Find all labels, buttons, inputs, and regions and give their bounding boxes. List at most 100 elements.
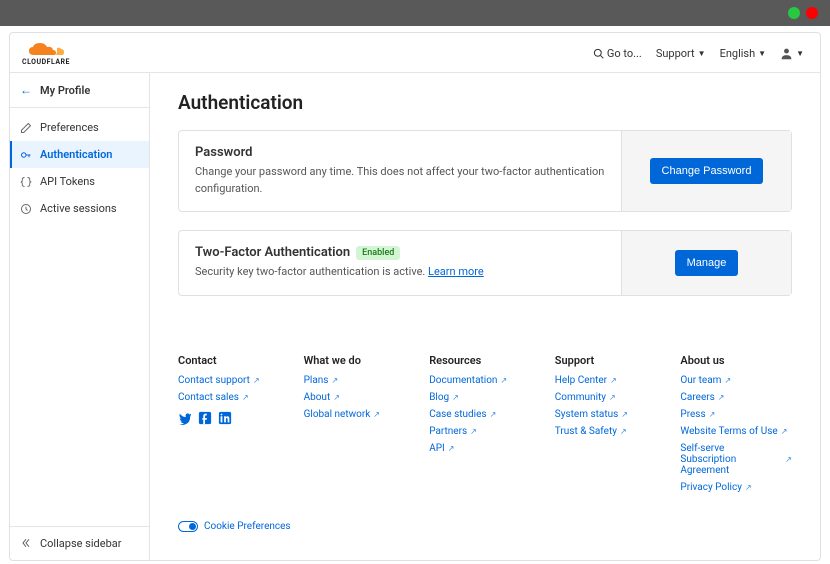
external-link-icon: ↗ <box>373 410 380 419</box>
main-content: Authentication Password Change your pass… <box>150 73 820 560</box>
footer-heading: About us <box>680 354 792 367</box>
footer-heading: Support <box>555 354 667 367</box>
footer-link[interactable]: Press↗ <box>680 409 792 420</box>
cloud-icon <box>26 41 66 57</box>
external-link-icon: ↗ <box>448 444 455 453</box>
external-link-icon: ↗ <box>470 427 477 436</box>
app-window: CLOUDFLARE Go to... Support ▼ English ▼ <box>9 32 821 561</box>
footer-heading: Resources <box>429 354 541 367</box>
external-link-icon: ↗ <box>718 393 725 402</box>
external-link-icon: ↗ <box>724 376 731 385</box>
footer-link[interactable]: Contact support↗ <box>178 375 290 386</box>
language-menu[interactable]: English ▼ <box>720 47 767 60</box>
footer-link[interactable]: About↗ <box>304 392 416 403</box>
cookie-preferences-link[interactable]: Cookie Preferences <box>178 521 792 532</box>
collapse-sidebar-button[interactable]: Collapse sidebar <box>10 526 149 560</box>
footer-col-support: Support Help Center↗ Community↗ System s… <box>555 354 667 499</box>
user-menu[interactable]: ▼ <box>780 47 804 60</box>
twofa-heading: Two-Factor Authentication <box>195 245 350 260</box>
sidebar: ← My Profile Preferences Authentication <box>10 73 150 560</box>
external-link-icon: ↗ <box>745 483 752 492</box>
learn-more-link[interactable]: Learn more <box>428 265 484 278</box>
linkedin-icon[interactable] <box>218 411 232 425</box>
footer-link[interactable]: Global network↗ <box>304 409 416 420</box>
twofa-desc: Security key two-factor authentication i… <box>195 265 428 278</box>
footer-link[interactable]: Partners↗ <box>429 426 541 437</box>
status-badge: Enabled <box>356 246 400 260</box>
password-desc: Change your password any time. This does… <box>195 164 605 197</box>
braces-icon <box>20 176 32 188</box>
footer-link[interactable]: Plans↗ <box>304 375 416 386</box>
sidebar-item-api-tokens[interactable]: API Tokens <box>10 168 149 195</box>
external-link-icon: ↗ <box>609 393 616 402</box>
footer-col-whatwedo: What we do Plans↗ About↗ Global network↗ <box>304 354 416 499</box>
footer-link[interactable]: System status↗ <box>555 409 667 420</box>
footer-link[interactable]: Documentation↗ <box>429 375 541 386</box>
window-close-icon[interactable] <box>806 7 818 19</box>
external-link-icon: ↗ <box>242 393 249 402</box>
brand-text: CLOUDFLARE <box>22 58 70 66</box>
footer-link[interactable]: Contact sales↗ <box>178 392 290 403</box>
footer-heading: What we do <box>304 354 416 367</box>
footer-link[interactable]: Community↗ <box>555 392 667 403</box>
password-heading: Password <box>195 145 605 160</box>
change-password-button[interactable]: Change Password <box>650 158 764 184</box>
chevron-down-icon: ▼ <box>698 49 706 58</box>
footer-link[interactable]: Careers↗ <box>680 392 792 403</box>
browser-chrome <box>0 0 830 26</box>
external-link-icon: ↗ <box>709 410 716 419</box>
external-link-icon: ↗ <box>331 376 338 385</box>
user-icon <box>780 47 793 60</box>
external-link-icon: ↗ <box>610 376 617 385</box>
footer-link[interactable]: Trust & Safety↗ <box>555 426 667 437</box>
key-icon <box>20 149 32 161</box>
footer-link[interactable]: Our team↗ <box>680 375 792 386</box>
external-link-icon: ↗ <box>490 410 497 419</box>
sidebar-title: My Profile <box>40 84 90 97</box>
external-link-icon: ↗ <box>621 410 628 419</box>
footer: Contact Contact support↗ Contact sales↗ … <box>178 354 792 499</box>
manage-button[interactable]: Manage <box>675 250 739 276</box>
sidebar-item-label: Authentication <box>40 148 112 161</box>
password-card: Password Change your password any time. … <box>178 130 792 212</box>
chevron-down-icon: ▼ <box>796 49 804 58</box>
page-title: Authentication <box>178 91 792 114</box>
footer-col-about: About us Our team↗ Careers↗ Press↗ Websi… <box>680 354 792 499</box>
sidebar-item-authentication[interactable]: Authentication <box>10 141 149 168</box>
twofa-card: Two-Factor Authentication Enabled Securi… <box>178 230 792 296</box>
external-link-icon: ↗ <box>333 393 340 402</box>
footer-col-resources: Resources Documentation↗ Blog↗ Case stud… <box>429 354 541 499</box>
goto-search[interactable]: Go to... <box>593 47 642 60</box>
footer-link[interactable]: Case studies↗ <box>429 409 541 420</box>
external-link-icon: ↗ <box>500 376 507 385</box>
topbar: CLOUDFLARE Go to... Support ▼ English ▼ <box>10 33 820 73</box>
footer-link[interactable]: Privacy Policy↗ <box>680 482 792 493</box>
facebook-icon[interactable] <box>198 411 212 425</box>
footer-link[interactable]: Help Center↗ <box>555 375 667 386</box>
sidebar-item-label: Active sessions <box>40 202 117 215</box>
collapse-icon <box>20 537 32 549</box>
sidebar-item-preferences[interactable]: Preferences <box>10 114 149 141</box>
support-menu[interactable]: Support ▼ <box>656 47 706 60</box>
footer-link[interactable]: Blog↗ <box>429 392 541 403</box>
sidebar-back-link[interactable]: ← My Profile <box>10 73 149 108</box>
footer-link[interactable]: API↗ <box>429 443 541 454</box>
toggle-icon <box>178 521 198 532</box>
sidebar-item-label: API Tokens <box>40 175 95 188</box>
pencil-icon <box>20 122 32 134</box>
twitter-icon[interactable] <box>178 411 192 425</box>
arrow-left-icon: ← <box>20 83 32 97</box>
external-link-icon: ↗ <box>785 455 792 464</box>
external-link-icon: ↗ <box>253 376 260 385</box>
footer-link[interactable]: Self-serve Subscription Agreement↗ <box>680 443 792 476</box>
clock-icon <box>20 203 32 215</box>
sidebar-item-active-sessions[interactable]: Active sessions <box>10 195 149 222</box>
footer-col-contact: Contact Contact support↗ Contact sales↗ <box>178 354 290 499</box>
footer-link[interactable]: Website Terms of Use↗ <box>680 426 792 437</box>
window-minimize-icon[interactable] <box>788 7 800 19</box>
external-link-icon: ↗ <box>781 427 788 436</box>
external-link-icon: ↗ <box>452 393 459 402</box>
logo[interactable]: CLOUDFLARE <box>22 41 70 66</box>
footer-heading: Contact <box>178 354 290 367</box>
sidebar-item-label: Preferences <box>40 121 99 134</box>
